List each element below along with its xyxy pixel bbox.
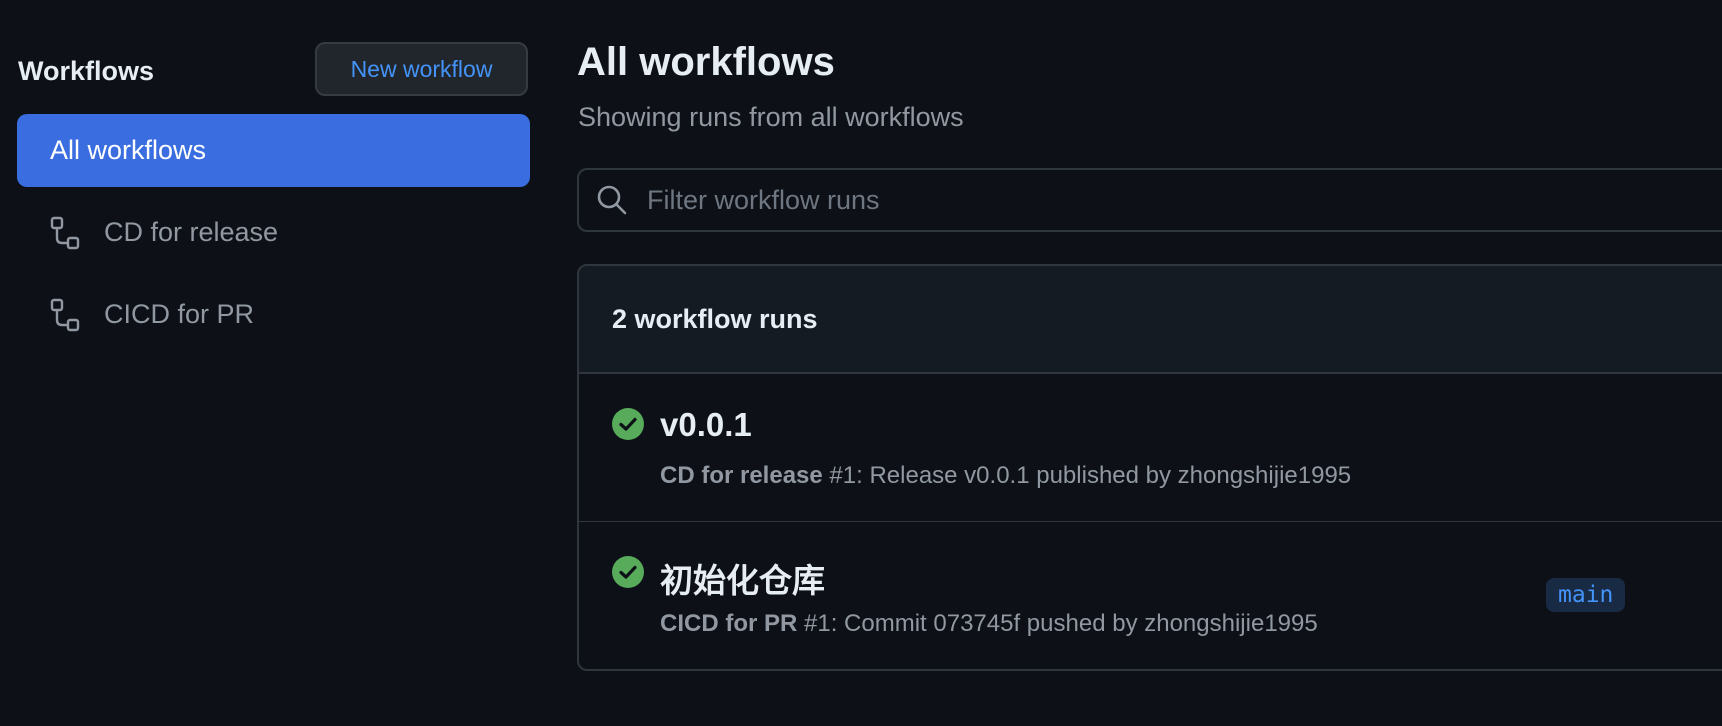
- workflow-run-row[interactable]: v0.0.1 CD for release #1: Release v0.0.1…: [579, 374, 1722, 522]
- sidebar-title: Workflows: [18, 56, 155, 86]
- new-workflow-button[interactable]: New workflow: [315, 42, 528, 96]
- run-title-link[interactable]: 初始化仓库: [660, 554, 825, 602]
- run-number: #1: [829, 462, 857, 489]
- search-icon: [595, 183, 629, 217]
- runs-count-header: 2 workflow runs: [579, 266, 1722, 374]
- sidebar-item-label: CICD for PR: [104, 299, 255, 329]
- workflow-icon: [49, 298, 83, 332]
- sidebar-item-all-workflows[interactable]: All workflows: [17, 114, 530, 187]
- run-meta: CICD for PR #1: Commit 073745f pushed by…: [660, 610, 1318, 638]
- filter-workflow-runs-input[interactable]: [645, 183, 1549, 217]
- sidebar-item-label: CD for release: [104, 217, 279, 247]
- actions-page: Workflows New workflow All workflows CD …: [0, 0, 1722, 726]
- run-description: : Release v0.0.1 published by zhongshiji…: [856, 462, 1352, 489]
- sidebar-item-label: All workflows: [50, 135, 207, 165]
- page-subtitle: Showing runs from all workflows: [578, 102, 964, 132]
- workflow-runs-panel: 2 workflow runs v0.0.1 CD for release #1…: [577, 264, 1722, 671]
- sidebar-item-cd-for-release[interactable]: CD for release: [17, 196, 530, 269]
- sidebar-item-cicd-for-pr[interactable]: CICD for PR: [17, 278, 530, 351]
- sidebar-header: Workflows New workflow: [17, 42, 530, 98]
- success-check-icon: [612, 408, 644, 440]
- branch-tag[interactable]: main: [1546, 578, 1626, 612]
- workflow-run-row[interactable]: 初始化仓库 CICD for PR #1: Commit 073745f pus…: [579, 522, 1722, 669]
- success-check-icon: [612, 556, 644, 588]
- filter-box: [577, 168, 1722, 232]
- run-workflow-name: CICD for PR: [660, 610, 798, 637]
- run-meta: CD for release #1: Release v0.0.1 publis…: [660, 462, 1351, 490]
- run-title-link[interactable]: v0.0.1: [660, 406, 752, 444]
- runs-count-label: 2 workflow runs: [612, 303, 818, 334]
- workflows-sidebar: Workflows New workflow All workflows CD …: [17, 42, 530, 331]
- run-number: #1: [804, 610, 831, 637]
- main-content: All workflows Showing runs from all work…: [577, 0, 1722, 726]
- page-title: All workflows: [577, 40, 835, 84]
- workflow-icon: [49, 216, 83, 250]
- run-description: : Commit 073745f pushed by zhongshijie19…: [830, 610, 1318, 637]
- run-workflow-name: CD for release: [660, 462, 823, 489]
